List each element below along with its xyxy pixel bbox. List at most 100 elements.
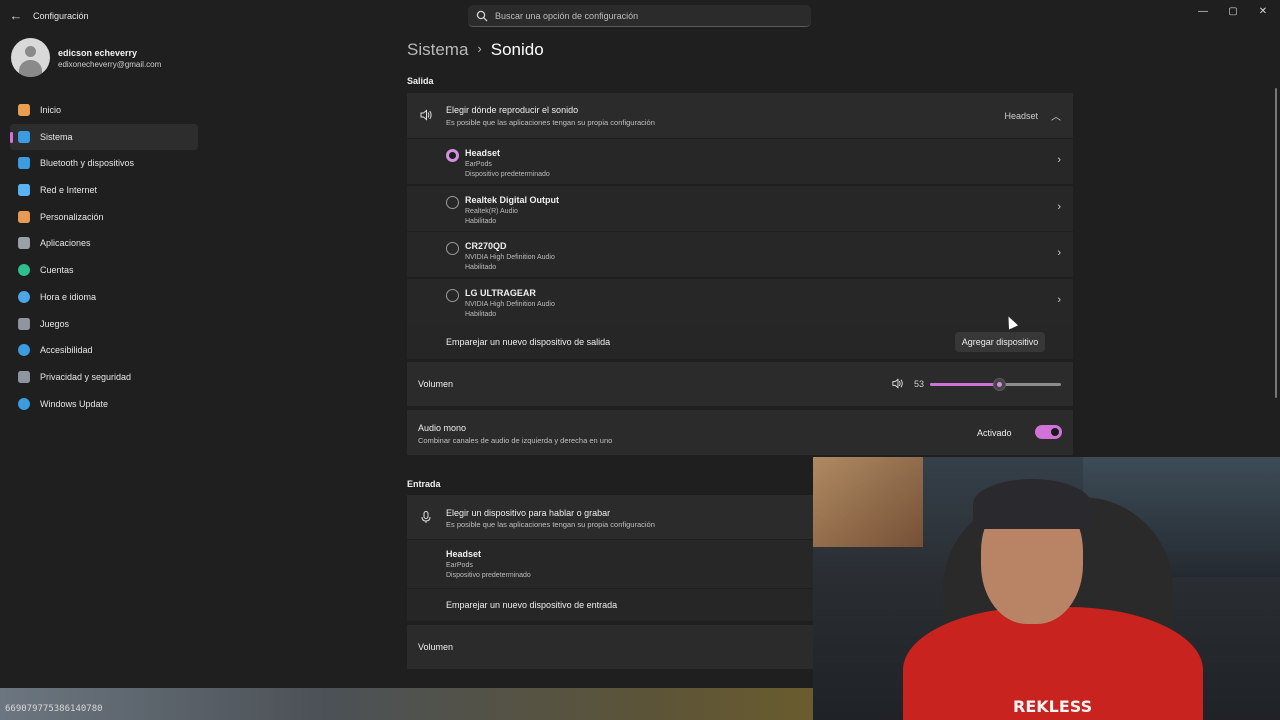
input-volume-row: Volumen bbox=[407, 625, 813, 669]
input-device-row[interactable]: Headset EarPods Dispositivo predetermina… bbox=[407, 540, 813, 588]
volume-label: Volumen bbox=[418, 379, 454, 389]
add-device-button[interactable]: Agregar dispositivo bbox=[955, 332, 1045, 352]
avatar bbox=[11, 38, 50, 77]
pair-input-row[interactable]: Emparejar un nuevo dispositivo de entrad… bbox=[407, 589, 813, 621]
back-arrow-icon[interactable]: ← bbox=[8, 8, 24, 24]
device-name: Headset bbox=[465, 148, 501, 158]
breadcrumb-separator: › bbox=[477, 41, 482, 56]
device-status: Habilitado bbox=[465, 264, 497, 271]
output-device-row[interactable]: CR270QD NVIDIA High Definition Audio Habil… bbox=[407, 231, 1073, 277]
sidebar-item-label: Sistema bbox=[40, 131, 73, 142]
audio-mono-toggle[interactable] bbox=[1035, 425, 1062, 439]
sidebar-item-label: Juegos bbox=[40, 318, 70, 329]
volume-speaker-icon[interactable] bbox=[891, 377, 904, 390]
device-radio[interactable] bbox=[446, 196, 459, 209]
device-status: Dispositivo predeterminado bbox=[465, 171, 550, 178]
output-device-chooser[interactable]: Elegir dónde reproducir el sonido Es pos… bbox=[407, 93, 1073, 138]
app-title: Configuración bbox=[33, 11, 89, 21]
sidebar-item-aplicaciones[interactable]: Aplicaciones bbox=[10, 230, 198, 257]
input-device-name: Headset bbox=[446, 549, 482, 559]
chevron-right-icon[interactable]: › bbox=[1057, 294, 1061, 306]
search-placeholder: Buscar una opción de configuración bbox=[495, 11, 639, 21]
device-radio[interactable] bbox=[446, 289, 459, 302]
sidebar-item-inicio[interactable]: Inicio bbox=[10, 97, 198, 124]
input-device-chooser[interactable]: Elegir un dispositivo para hablar o grab… bbox=[407, 495, 813, 539]
input-volume-label: Volumen bbox=[418, 642, 454, 652]
breadcrumb-parent[interactable]: Sistema bbox=[407, 40, 468, 59]
sidebar-item-accesibilidad[interactable]: Accesibilidad bbox=[10, 337, 198, 364]
sidebar-item-privacidad-y-seguridad[interactable]: Privacidad y seguridad bbox=[10, 364, 198, 391]
device-status: Habilitado bbox=[465, 311, 497, 318]
speaker-icon bbox=[420, 109, 432, 121]
volume-value: 53 bbox=[914, 379, 925, 389]
brush-icon bbox=[18, 210, 30, 223]
minimize-button[interactable]: — bbox=[1188, 4, 1218, 20]
title-bar: ← Configuración Buscar una opción de con… bbox=[0, 0, 1280, 32]
audio-mono-title: Audio mono bbox=[418, 423, 467, 433]
device-driver: EarPods bbox=[465, 161, 492, 168]
volume-slider-fill bbox=[930, 383, 1000, 386]
device-driver: Realtek(R) Audio bbox=[465, 208, 518, 215]
device-name: Realtek Digital Output bbox=[465, 195, 560, 205]
monitor-icon bbox=[18, 130, 30, 143]
sidebar-item-windows-update[interactable]: Windows Update bbox=[10, 391, 198, 418]
webcam-overlay: REKLESS bbox=[813, 457, 1280, 720]
device-radio[interactable] bbox=[446, 149, 459, 162]
bluetooth-icon bbox=[18, 157, 30, 170]
update-icon bbox=[18, 397, 30, 410]
output-device-row[interactable]: Realtek Digital Output Realtek(R) Audio Ha… bbox=[407, 185, 1073, 231]
sidebar-item-personalizaci-n[interactable]: Personalización bbox=[10, 204, 198, 231]
sidebar-item-label: Red e Internet bbox=[40, 185, 98, 196]
sidebar-item-sistema[interactable]: Sistema bbox=[10, 123, 198, 151]
device-name: LG ULTRAGEAR bbox=[465, 288, 536, 298]
device-status: Habilitado bbox=[465, 218, 497, 225]
output-device-row[interactable]: Headset EarPods Dispositivo predeterminado… bbox=[407, 138, 1073, 184]
sidebar-item-bluetooth-y-dispositivos[interactable]: Bluetooth y dispositivos bbox=[10, 150, 198, 177]
chevron-right-icon[interactable]: › bbox=[1057, 247, 1061, 259]
output-selected-value: Headset bbox=[1004, 111, 1038, 121]
search-input[interactable]: Buscar una opción de configuración bbox=[468, 5, 811, 27]
scrollbar[interactable] bbox=[1275, 88, 1277, 398]
output-device-row[interactable]: LG ULTRAGEAR NVIDIA High Definition Audio… bbox=[407, 278, 1073, 324]
globe-clock-icon bbox=[18, 290, 30, 303]
input-device-driver: EarPods bbox=[446, 562, 473, 569]
sidebar-item-label: Inicio bbox=[40, 105, 62, 115]
output-chooser-subtitle: Es posible que las aplicaciones tengan s… bbox=[446, 118, 655, 127]
sidebar-item-hora-e-idioma[interactable]: Hora e idioma bbox=[10, 284, 198, 311]
sidebar-item-label: Aplicaciones bbox=[40, 238, 91, 249]
chevron-right-icon[interactable]: › bbox=[1057, 154, 1061, 166]
webcam-shirt-logo: REKLESS bbox=[1013, 697, 1093, 716]
close-button[interactable]: ✕ bbox=[1248, 4, 1278, 20]
chevron-right-icon[interactable]: › bbox=[1057, 201, 1061, 213]
sidebar-item-label: Windows Update bbox=[40, 398, 109, 409]
gamepad-icon bbox=[18, 317, 30, 330]
pair-input-label: Emparejar un nuevo dispositivo de entrad… bbox=[446, 600, 618, 610]
desktop-wallpaper bbox=[0, 688, 813, 720]
accessibility-icon bbox=[18, 344, 30, 357]
maximize-button[interactable]: ▢ bbox=[1218, 4, 1248, 20]
pair-output-label: Emparejar un nuevo dispositivo de salida bbox=[446, 337, 611, 347]
wifi-icon bbox=[18, 184, 30, 197]
person-icon bbox=[18, 264, 30, 277]
audio-mono-subtitle: Combinar canales de audio de izquierda y… bbox=[418, 436, 613, 445]
volume-slider[interactable] bbox=[930, 378, 1061, 391]
device-driver: NVIDIA High Definition Audio bbox=[465, 301, 555, 308]
user-name: edicson echeverry bbox=[58, 48, 138, 58]
sidebar-item-cuentas[interactable]: Cuentas bbox=[10, 257, 198, 284]
overlay-id-text: 669079775386140780 bbox=[5, 704, 103, 714]
device-radio[interactable] bbox=[446, 242, 459, 255]
sidebar-item-juegos[interactable]: Juegos bbox=[10, 311, 198, 338]
microphone-icon bbox=[421, 511, 431, 523]
sidebar-item-label: Hora e idioma bbox=[40, 291, 97, 302]
home-icon bbox=[18, 104, 30, 116]
sidebar-item-label: Accesibilidad bbox=[40, 345, 93, 356]
input-section-title: Entrada bbox=[407, 479, 441, 489]
output-section-title: Salida bbox=[407, 76, 434, 86]
audio-mono-state: Activado bbox=[977, 428, 1012, 438]
page-title: Sonido bbox=[490, 40, 544, 59]
apps-icon bbox=[18, 237, 30, 250]
chevron-up-icon[interactable]: ︿ bbox=[1051, 108, 1061, 123]
output-chooser-title: Elegir dónde reproducir el sonido bbox=[446, 105, 579, 115]
shield-icon bbox=[18, 370, 30, 383]
sidebar-item-red-e-internet[interactable]: Red e Internet bbox=[10, 177, 198, 204]
